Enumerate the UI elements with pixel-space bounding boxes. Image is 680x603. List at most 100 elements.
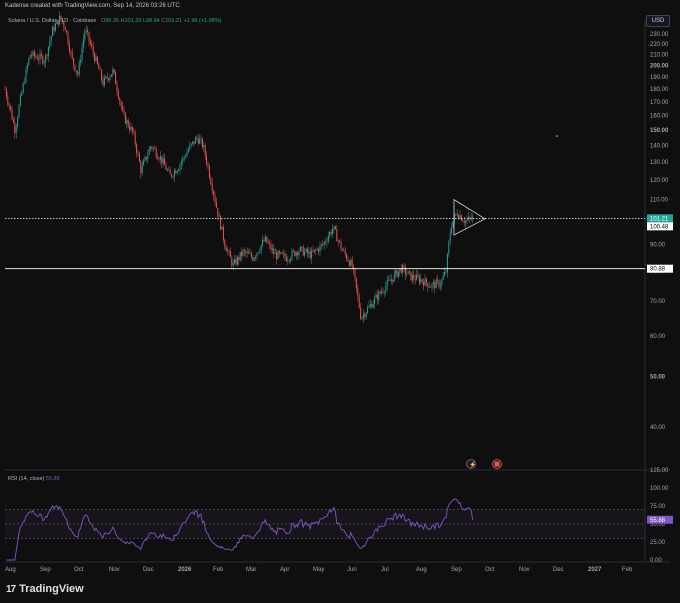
candle-body [326,241,328,243]
candle-body [354,269,356,278]
candle-body [134,132,136,145]
close-value: 101.21 [165,18,183,24]
candle-body [200,138,202,140]
candle-body [49,41,51,47]
candle-body [465,220,467,223]
candle-body [418,276,420,283]
candle-body [364,314,366,318]
candle-body [360,307,362,319]
candle-body [330,232,332,234]
time-tick-label: Mar [246,567,256,573]
candle-body [309,251,311,259]
chart-canvas[interactable]: 240.00230.00220.00210.00200.00190.00180.… [0,0,680,603]
candle-body [22,83,24,93]
price-tick-label: 40.00 [650,425,666,431]
marker-dot [556,135,558,137]
candle-body [98,63,100,70]
candle-body [119,98,121,102]
candle-body [220,215,222,230]
price-tick-label: 70.00 [650,299,666,305]
time-tick-label: Feb [622,567,633,573]
candle-body [238,257,240,261]
candle-body [249,253,251,254]
candle-body [421,279,423,282]
candle-body [166,169,168,171]
candle-body [336,229,338,242]
candle-body [70,51,72,52]
candle-body [208,166,210,178]
candle-body [231,257,233,266]
candle-body [26,64,28,69]
candle-body [15,126,17,134]
candle-body [379,291,381,294]
candle-body [25,68,27,83]
candle-body [168,169,170,171]
candle-body [103,77,105,86]
candle-body [10,106,12,110]
candle-body [407,271,409,274]
candle-body [127,119,129,127]
lightning-glyph: ⚡ [469,461,476,469]
candle-body [82,39,84,48]
candle-body [4,89,6,90]
candle-body [341,249,343,251]
candle-body [288,260,290,261]
price-tick-label: 210.00 [650,52,669,58]
rsi-legend: RSI (14, close) 55.88 [8,476,60,482]
candle-body [217,207,219,217]
candle-body [158,158,160,160]
candle-body [147,154,149,160]
tradingview-brand[interactable]: 17 TradingView [6,583,84,595]
time-tick-label: Apr [280,567,289,573]
candle-body [449,233,451,243]
candle-body [445,271,447,273]
candle-body [455,214,457,215]
candle-body [313,249,315,252]
candle-body [298,251,300,256]
price-tick-label: 140.00 [650,143,669,149]
candle-body [137,152,139,154]
candle-body [239,251,241,261]
currency-button[interactable]: USD [646,15,670,27]
candle-body [302,246,304,256]
candle-body [361,317,363,319]
candle-body [241,251,243,256]
candle-body [281,252,283,254]
candle-body [110,74,112,77]
candle-body [133,131,135,133]
time-tick-label: Sep [40,567,51,573]
candle-body [414,278,416,281]
candle-body [52,27,54,37]
candle-body [108,78,110,80]
candle-body [28,58,30,65]
candle-body [151,146,153,149]
candle-body [260,245,262,251]
candle-body [456,214,458,216]
candle-body [74,64,76,71]
candle-body [333,226,335,229]
candle-body [14,122,16,134]
candle-body [312,250,314,252]
price-tick-label: 180.00 [650,87,669,93]
credit-line: Kadense created with TradingView.com, Se… [5,3,180,9]
candle-body [368,305,370,308]
candle-body [252,256,254,261]
candle-body [256,252,258,257]
candle-body [5,89,7,97]
candle-body [71,51,73,59]
candle-body [253,258,255,261]
candle-body [47,46,49,57]
candle-body [277,251,279,259]
candle-body [383,291,385,293]
candle-body [115,72,117,85]
candle-body [203,145,205,148]
candle-body [245,251,247,254]
candle-body [246,252,248,254]
candle-body [165,164,167,171]
candle-body [278,251,280,254]
time-tick-label: 2027 [588,567,602,573]
candle-body [180,161,182,165]
candle-body [18,105,20,118]
candle-body [46,55,48,57]
candle-body [7,96,9,104]
